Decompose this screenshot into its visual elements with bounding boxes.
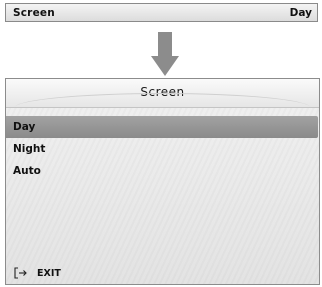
exit-button[interactable]: EXIT [14, 266, 61, 280]
screen-menu-panel: Screen Day Night Auto EXIT [5, 78, 320, 285]
down-arrow-icon [151, 32, 179, 76]
exit-label: EXIT [37, 267, 61, 279]
panel-title: Screen [6, 79, 319, 108]
screen-options-list: Day Night Auto [6, 116, 319, 182]
menu-item-auto[interactable]: Auto [6, 160, 319, 182]
setting-label: Screen [13, 6, 55, 19]
screen-setting-bar[interactable]: Screen Day [5, 3, 318, 22]
menu-item-night[interactable]: Night [6, 138, 319, 160]
menu-item-day[interactable]: Day [6, 116, 318, 138]
setting-value: Day [289, 6, 312, 19]
exit-icon [14, 267, 27, 279]
